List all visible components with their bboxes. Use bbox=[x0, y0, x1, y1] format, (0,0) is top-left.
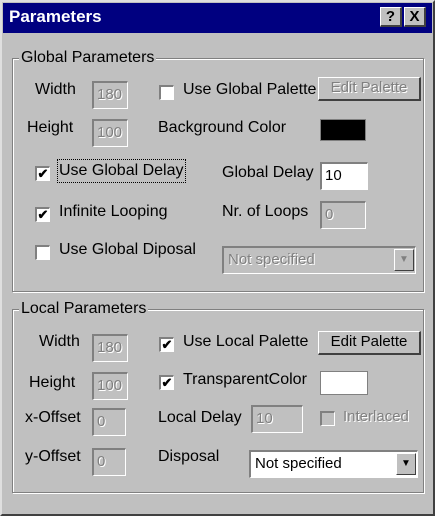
interlaced-label: Interlaced bbox=[343, 408, 409, 425]
background-color-swatch[interactable] bbox=[320, 119, 366, 141]
local-delay-field: 10 bbox=[251, 405, 303, 433]
global-height-label: Height bbox=[27, 119, 74, 136]
parameters-dialog: Parameters ? X Global Parameters Width 1… bbox=[0, 0, 435, 516]
title-bar[interactable]: Parameters ? X bbox=[3, 3, 432, 33]
nr-of-loops-field: 0 bbox=[320, 201, 366, 229]
global-width-label: Width bbox=[35, 81, 76, 98]
local-width-label: Width bbox=[39, 333, 80, 350]
use-global-disposal-label[interactable]: Use Global Diposal bbox=[59, 240, 196, 260]
close-button[interactable]: X bbox=[404, 7, 426, 27]
use-global-delay-label[interactable]: Use Global Delay bbox=[57, 159, 186, 183]
global-delay-label: Global Delay bbox=[222, 164, 314, 181]
local-disposal-label: Disposal bbox=[158, 448, 220, 465]
chevron-down-icon: ▼ bbox=[394, 249, 414, 271]
global-disposal-value: Not specified bbox=[228, 251, 315, 268]
global-height-field: 100 bbox=[92, 119, 128, 147]
use-global-delay-checkbox[interactable]: ✔ bbox=[35, 166, 50, 181]
y-offset-field: 0 bbox=[92, 448, 126, 476]
interlaced-checkbox bbox=[320, 411, 335, 426]
use-local-palette-label[interactable]: Use Local Palette bbox=[183, 332, 308, 352]
infinite-looping-label[interactable]: Infinite Looping bbox=[59, 202, 168, 222]
use-global-palette-label[interactable]: Use Global Palette bbox=[183, 80, 316, 100]
chevron-down-icon[interactable]: ▼ bbox=[396, 453, 416, 475]
nr-of-loops-label: Nr. of Loops bbox=[222, 203, 309, 220]
global-width-field: 180 bbox=[92, 81, 128, 109]
y-offset-label: y-Offset bbox=[25, 448, 81, 465]
local-disposal-dropdown[interactable]: Not specified ▼ bbox=[249, 450, 418, 478]
infinite-looping-checkbox[interactable]: ✔ bbox=[35, 207, 50, 222]
local-edit-palette-button[interactable]: Edit Palette bbox=[318, 331, 421, 355]
x-offset-field: 0 bbox=[92, 408, 126, 436]
global-parameters-legend: Global Parameters bbox=[19, 49, 157, 67]
background-color-label: Background Color bbox=[158, 119, 287, 136]
global-delay-field[interactable]: 10 bbox=[320, 162, 368, 190]
local-width-field: 180 bbox=[92, 334, 128, 362]
local-disposal-value: Not specified bbox=[255, 455, 342, 472]
help-button[interactable]: ? bbox=[380, 7, 402, 27]
local-height-field: 100 bbox=[92, 372, 128, 400]
use-local-palette-checkbox[interactable]: ✔ bbox=[159, 337, 174, 352]
use-global-disposal-checkbox[interactable] bbox=[35, 245, 50, 260]
local-height-label: Height bbox=[29, 374, 76, 391]
transparent-color-checkbox[interactable]: ✔ bbox=[159, 375, 174, 390]
x-offset-label: x-Offset bbox=[25, 409, 81, 426]
transparent-color-label[interactable]: TransparentColor bbox=[183, 370, 307, 390]
use-global-palette-checkbox[interactable] bbox=[159, 85, 174, 100]
local-delay-label: Local Delay bbox=[158, 409, 242, 426]
transparent-color-swatch[interactable] bbox=[320, 371, 368, 395]
global-disposal-dropdown: Not specified ▼ bbox=[222, 246, 416, 274]
window-title: Parameters bbox=[9, 7, 102, 26]
local-parameters-legend: Local Parameters bbox=[19, 300, 149, 318]
global-edit-palette-button: Edit Palette bbox=[318, 77, 421, 101]
